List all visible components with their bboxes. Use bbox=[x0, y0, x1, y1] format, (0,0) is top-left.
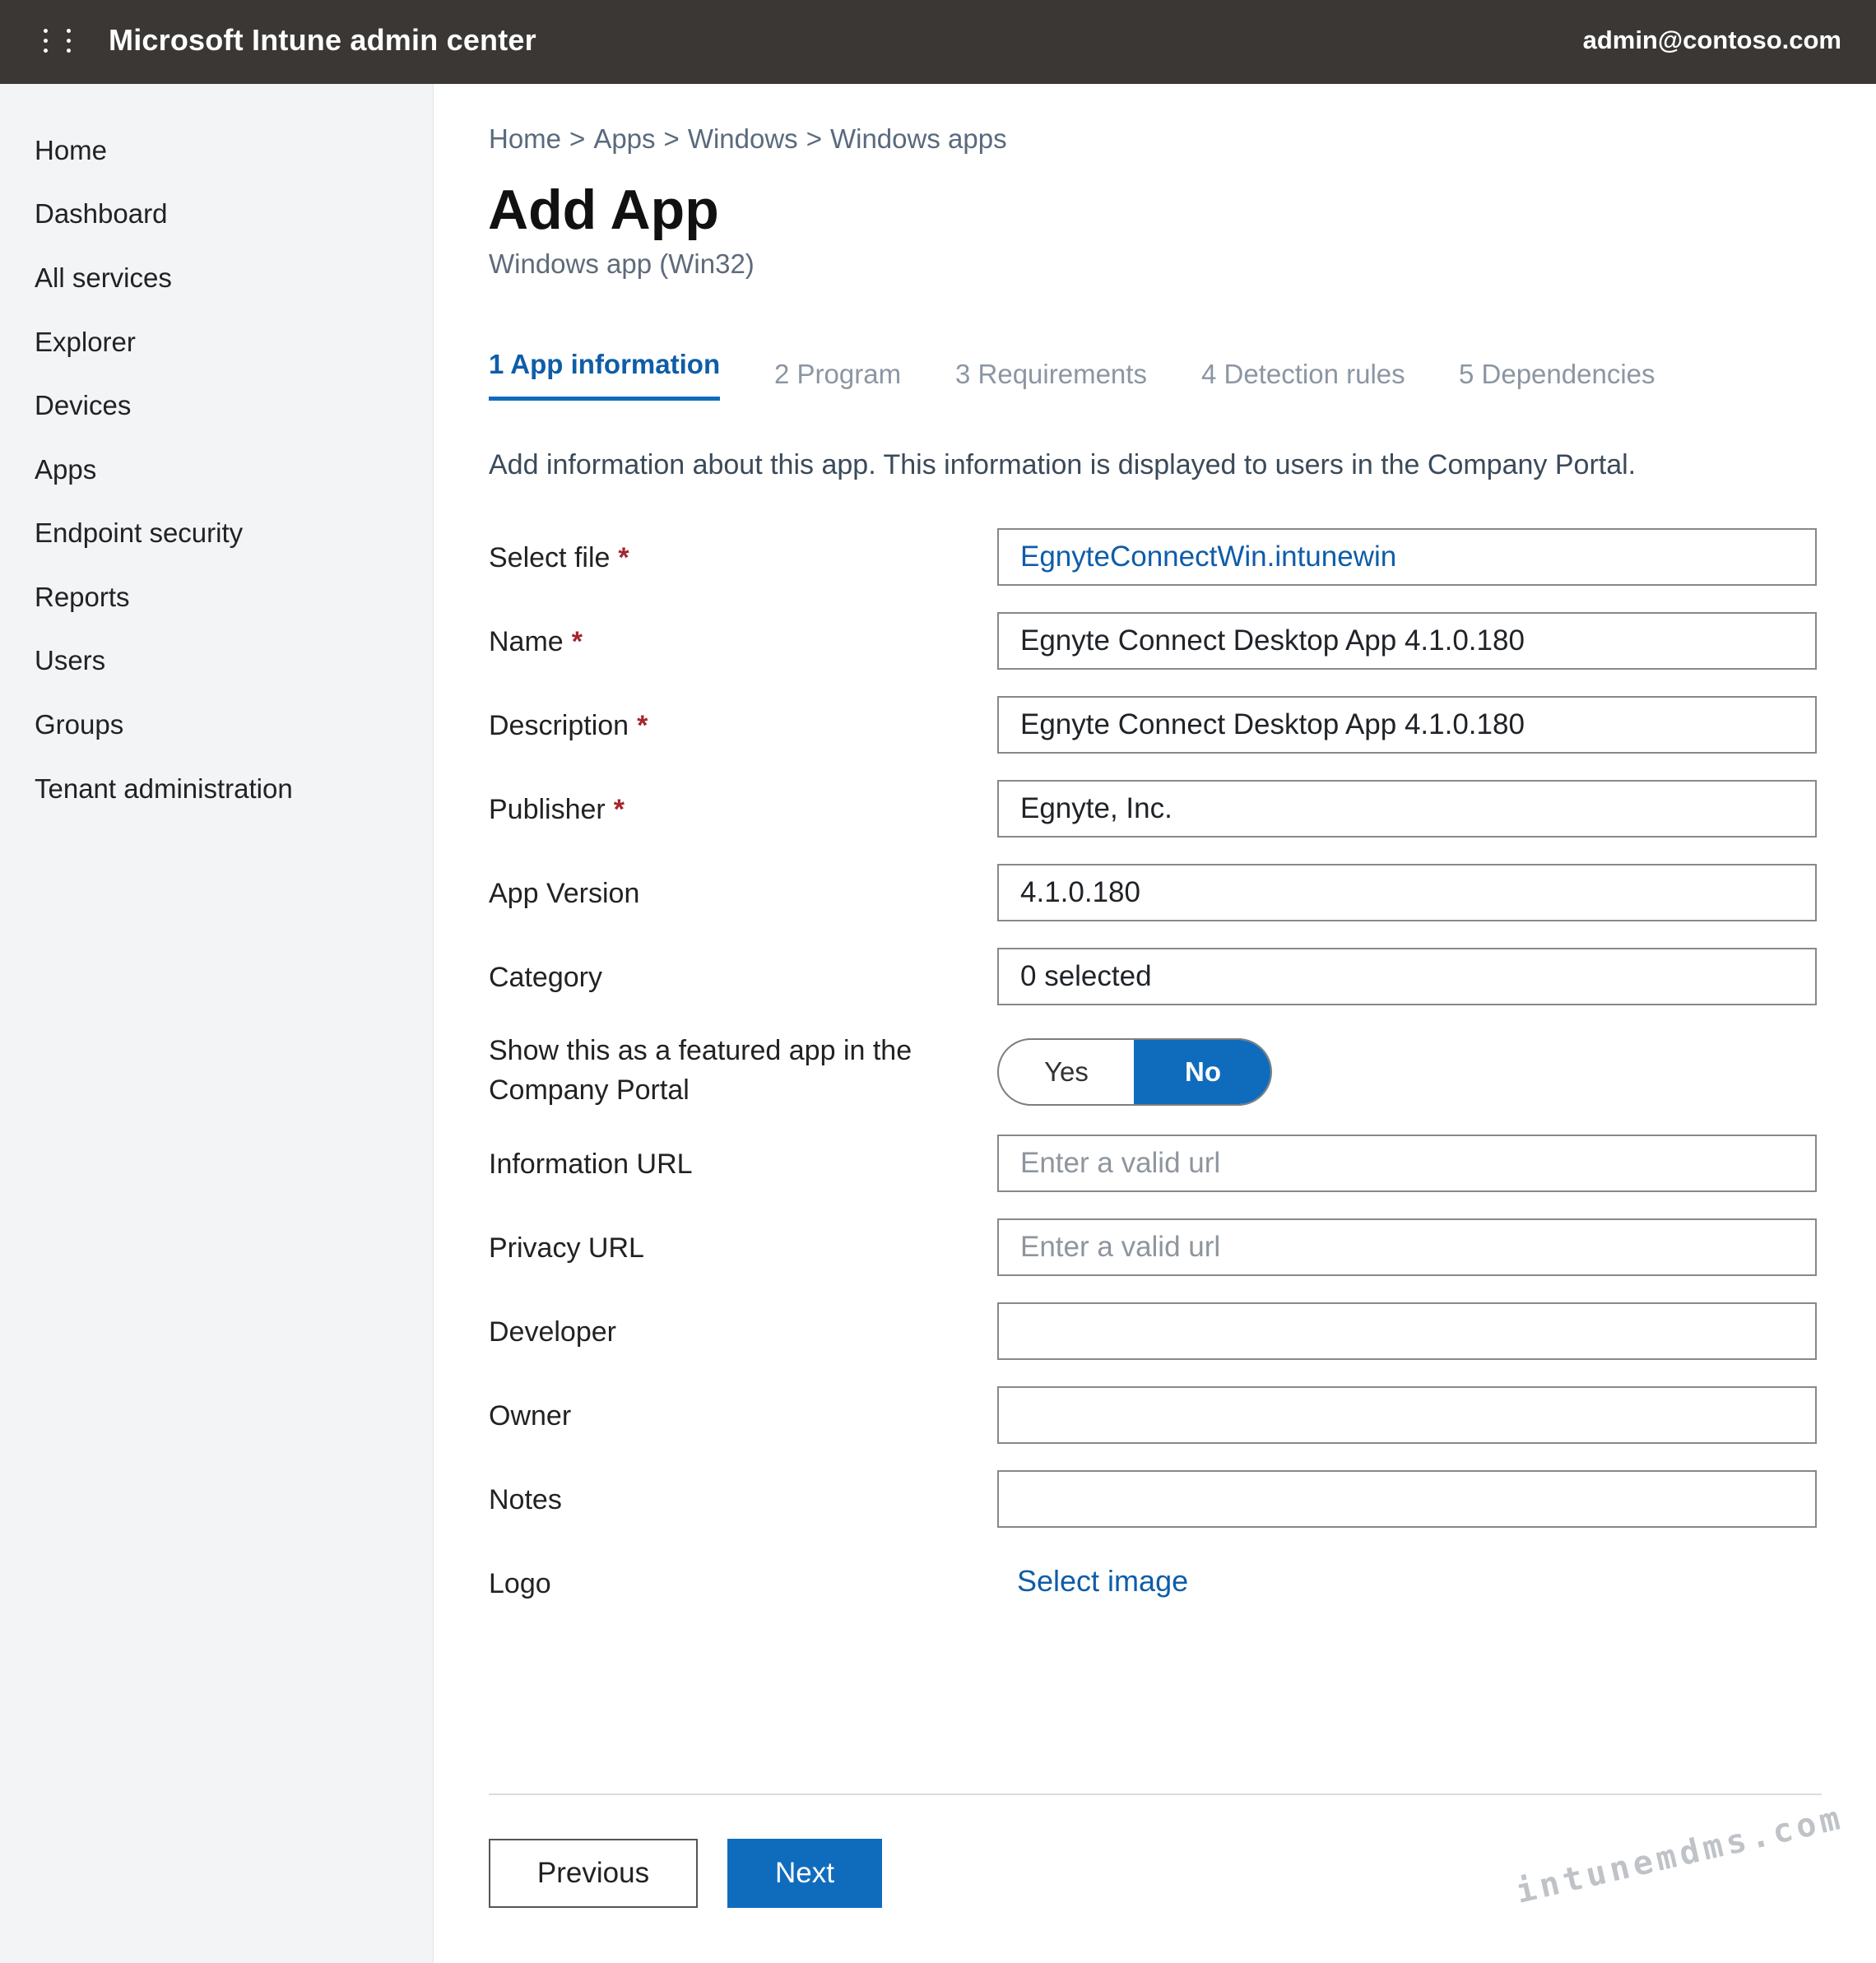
app-version-label: App Version bbox=[489, 878, 640, 909]
featured-label-line-2: Company Portal bbox=[489, 1074, 690, 1106]
select-file-field[interactable] bbox=[997, 528, 1817, 586]
breadcrumb-separator: > bbox=[663, 123, 680, 154]
featured-no-option[interactable]: No bbox=[1134, 1040, 1270, 1104]
required-marker: * bbox=[613, 794, 625, 825]
category-label: Category bbox=[489, 962, 602, 993]
information-url-label: Information URL bbox=[489, 1149, 693, 1180]
notes-label: Notes bbox=[489, 1484, 562, 1515]
sidebar-item-tenant-administration[interactable]: Tenant administration bbox=[35, 773, 293, 805]
breadcrumb-separator: > bbox=[569, 123, 586, 154]
main-content: Home > Apps > Windows > Windows apps Add App W… bbox=[434, 84, 1876, 1963]
sidebar-item-apps[interactable]: Apps bbox=[35, 454, 96, 485]
required-marker: * bbox=[637, 710, 648, 741]
tab-app-information[interactable]: 1 App information bbox=[489, 349, 720, 380]
tab-detection-rules[interactable]: 4 Detection rules bbox=[1201, 359, 1405, 390]
active-tab-indicator bbox=[489, 397, 720, 401]
logo-label: Logo bbox=[489, 1568, 551, 1599]
select-image-link[interactable]: Select image bbox=[1017, 1564, 1188, 1599]
featured-yes-option[interactable]: Yes bbox=[999, 1040, 1134, 1104]
sidebar-item-home[interactable]: Home bbox=[35, 135, 107, 166]
sidebar-item-devices[interactable]: Devices bbox=[35, 390, 131, 421]
name-field[interactable] bbox=[997, 612, 1817, 670]
developer-field[interactable] bbox=[997, 1302, 1817, 1360]
sidebar-item-users[interactable]: Users bbox=[35, 645, 105, 676]
page-subtitle: Windows app (Win32) bbox=[489, 248, 755, 279]
privacy-url-field[interactable] bbox=[997, 1218, 1817, 1276]
select-file-label: Select file * bbox=[489, 542, 629, 573]
featured-label: Show this as a featured app in the Compa… bbox=[489, 1031, 912, 1110]
required-marker: * bbox=[571, 626, 583, 657]
breadcrumb-windows[interactable]: Windows bbox=[688, 123, 798, 154]
privacy-url-label: Privacy URL bbox=[489, 1232, 644, 1264]
breadcrumb-home[interactable]: Home bbox=[489, 123, 561, 154]
publisher-label: Publisher * bbox=[489, 794, 625, 825]
sidebar-item-endpoint-security[interactable]: Endpoint security bbox=[35, 517, 243, 549]
sidebar-item-groups[interactable]: Groups bbox=[35, 709, 123, 740]
app-version-field[interactable] bbox=[997, 864, 1817, 921]
tab-dependencies[interactable]: 5 Dependencies bbox=[1459, 359, 1655, 390]
information-url-field[interactable] bbox=[997, 1135, 1817, 1192]
category-field[interactable] bbox=[997, 948, 1817, 1005]
featured-toggle[interactable]: Yes No bbox=[997, 1038, 1272, 1106]
breadcrumb-separator: > bbox=[806, 123, 822, 154]
notes-field[interactable] bbox=[997, 1470, 1817, 1528]
description-label: Description * bbox=[489, 710, 648, 741]
required-marker: * bbox=[618, 542, 629, 573]
sidebar-item-reports[interactable]: Reports bbox=[35, 582, 130, 613]
waffle-menu-icon[interactable] bbox=[41, 29, 79, 57]
owner-label: Owner bbox=[489, 1400, 572, 1432]
sidebar-item-all-services[interactable]: All services bbox=[35, 262, 172, 294]
app-title: Microsoft Intune admin center bbox=[109, 23, 536, 57]
featured-label-line-1: Show this as a featured app in the bbox=[489, 1035, 912, 1066]
previous-button[interactable]: Previous bbox=[489, 1839, 698, 1908]
breadcrumb-apps[interactable]: Apps bbox=[593, 123, 655, 154]
breadcrumb: Home > Apps > Windows > Windows apps bbox=[489, 123, 1007, 155]
next-button[interactable]: Next bbox=[727, 1839, 882, 1908]
top-bar: Microsoft Intune admin center admin@cont… bbox=[0, 0, 1876, 84]
developer-label: Developer bbox=[489, 1316, 616, 1348]
owner-field[interactable] bbox=[997, 1386, 1817, 1444]
sidebar: Home Dashboard All services Explorer Dev… bbox=[0, 84, 434, 1963]
sidebar-item-explorer[interactable]: Explorer bbox=[35, 327, 136, 358]
tab-requirements[interactable]: 3 Requirements bbox=[955, 359, 1147, 390]
user-account[interactable]: admin@contoso.com bbox=[1583, 26, 1841, 55]
breadcrumb-windows-apps[interactable]: Windows apps bbox=[830, 123, 1007, 154]
publisher-field[interactable] bbox=[997, 780, 1817, 838]
description-field[interactable] bbox=[997, 696, 1817, 754]
page-title: Add App bbox=[488, 179, 719, 241]
name-label: Name * bbox=[489, 626, 583, 657]
sidebar-item-dashboard[interactable]: Dashboard bbox=[35, 198, 167, 230]
intro-text: Add information about this app. This inf… bbox=[489, 449, 1637, 480]
tab-program[interactable]: 2 Program bbox=[774, 359, 901, 390]
footer-divider bbox=[489, 1794, 1822, 1795]
